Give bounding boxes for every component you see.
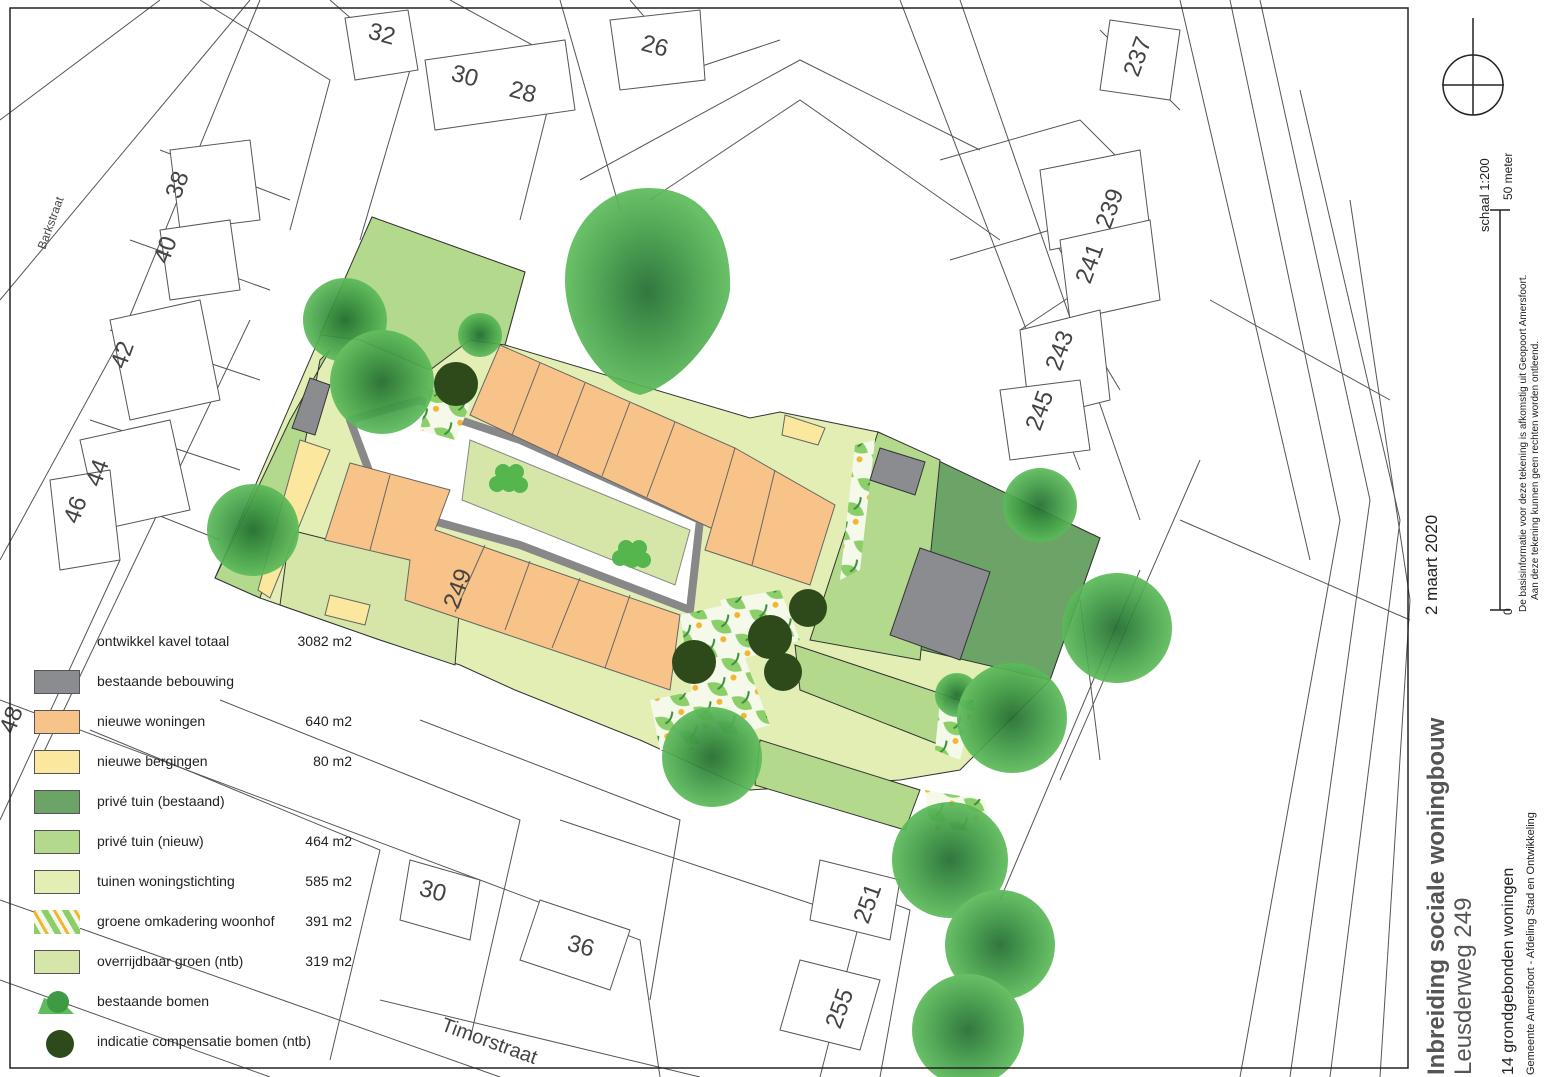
legend-label: bestaande bomen <box>97 993 210 1009</box>
scale-zero: 0 <box>1501 608 1515 615</box>
site-plan: 32 26 237 30 28 38 40 42 239 241 243 245… <box>0 0 1556 1077</box>
legend-row: bestaande bomen <box>30 988 360 1016</box>
legend-swatch <box>34 1030 80 1058</box>
legend-label: bestaande bebouwing <box>97 673 235 689</box>
legend-label: tuinen woningstichting <box>97 873 235 889</box>
legend-label: privé tuin (bestaand) <box>97 793 225 809</box>
disclaimer-line1: De basisinformatie voor deze tekening is… <box>1518 274 1529 612</box>
legend-swatch <box>34 950 80 974</box>
legend-row: nieuwe woningen 640 m2 <box>30 708 360 736</box>
legend-row: overrijdbaar groen (ntb) 319 m2 <box>30 948 360 976</box>
legend-row: indicatie compensatie bomen (ntb) <box>30 1028 360 1058</box>
legend-value: 640 m2 <box>305 713 352 729</box>
legend-row: groene omkadering woonhof 391 m2 <box>30 908 360 936</box>
legend-value: 80 m2 <box>313 753 352 769</box>
legend-value: 464 m2 <box>305 833 352 849</box>
disclaimer-line2: Aan deze tekening kunnen geen rechten wo… <box>1530 340 1541 600</box>
legend-row: tuinen woningstichting 585 m2 <box>30 868 360 896</box>
legend-label: nieuwe woningen <box>97 713 206 729</box>
legend-swatch <box>34 870 80 894</box>
legend-value: 319 m2 <box>305 953 352 969</box>
legend-label: indicatie compensatie bomen (ntb) <box>97 1033 312 1049</box>
north-arrow <box>1442 18 1504 116</box>
legend-value: 391 m2 <box>305 913 352 929</box>
org-name: Gemeente Amersfoort - Afdeling Stad en O… <box>1525 812 1537 1075</box>
legend-row: privé tuin (nieuw) 464 m2 <box>30 828 360 856</box>
legend-value: 585 m2 <box>305 873 352 889</box>
legend-swatch <box>34 990 80 1014</box>
legend-swatch <box>34 670 80 694</box>
legend-label: groene omkadering woonhof <box>97 913 275 929</box>
legend-label: ontwikkel kavel totaal <box>97 633 230 649</box>
legend-swatch <box>34 790 80 814</box>
scale-bar <box>1490 209 1510 611</box>
legend-row: bestaande bebouwing <box>30 668 360 696</box>
legend-swatch <box>34 910 80 934</box>
legend-label: privé tuin (nieuw) <box>97 833 204 849</box>
legend-swatch <box>34 750 80 774</box>
street-name: Barkstraat <box>35 194 67 251</box>
subtitle: 14 grondgebonden woningen <box>1500 867 1517 1075</box>
scale-length: 50 meter <box>1501 152 1515 200</box>
legend-swatch <box>34 830 80 854</box>
scale-ratio: schaal 1:200 <box>1477 158 1492 232</box>
legend-label: nieuwe bergingen <box>97 753 208 769</box>
drawing-date: 2 maart 2020 <box>1422 514 1441 615</box>
title-main: Inbreiding sociale woningbouw <box>1423 717 1450 1075</box>
legend-row: privé tuin (bestaand) <box>30 788 360 816</box>
legend-value: 3082 m2 <box>297 633 352 649</box>
house-number: 48 <box>0 703 29 737</box>
legend-row: nieuwe bergingen 80 m2 <box>30 748 360 776</box>
title-location: Leusderweg 249 <box>1450 897 1477 1075</box>
legend-row: ontwikkel kavel totaal 3082 m2 <box>30 628 360 656</box>
legend-swatch <box>34 710 80 734</box>
legend-label: overrijdbaar groen (ntb) <box>97 953 244 969</box>
